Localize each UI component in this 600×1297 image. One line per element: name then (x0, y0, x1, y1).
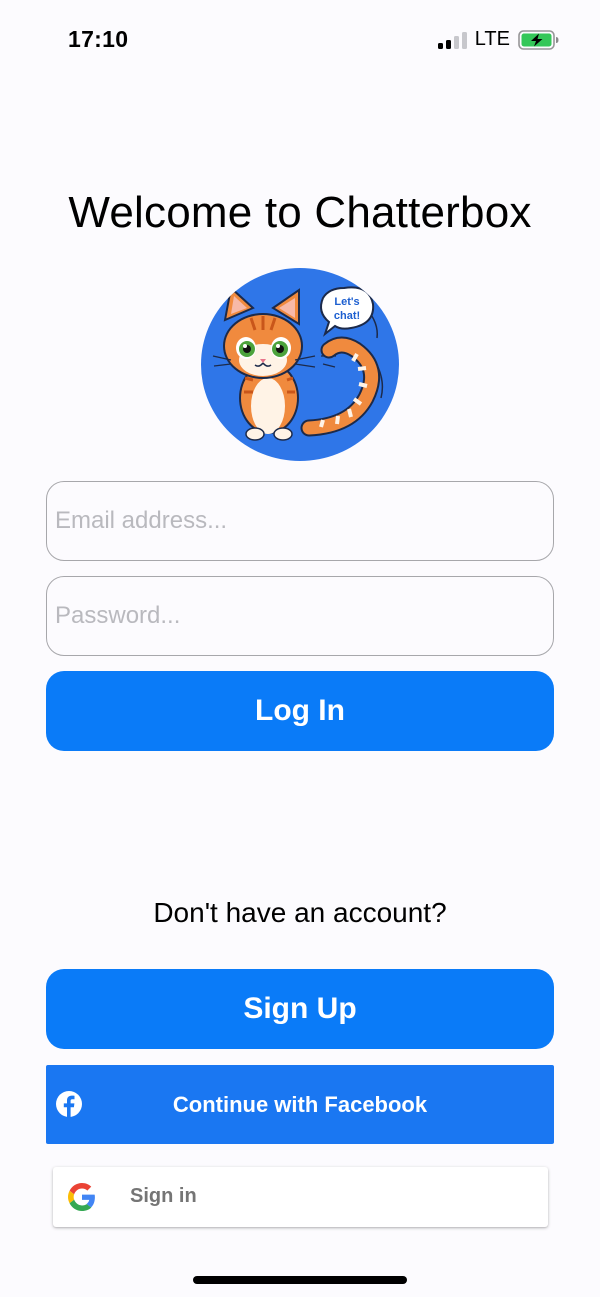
speech-bubble-line-1: Let's (334, 296, 359, 308)
status-time: 17:10 (68, 26, 129, 52)
facebook-button-label: Continue with Facebook (172, 1091, 428, 1117)
home-indicator[interactable] (193, 1276, 407, 1284)
login-screen: 17:10 LTE Welcome to Chatterbox Let's ch… (0, 0, 600, 1297)
log-in-button[interactable]: Log In (46, 671, 554, 751)
google-icon (68, 1183, 95, 1211)
status-indicators: LTE (437, 28, 560, 51)
sign-up-button[interactable]: Sign Up (46, 969, 554, 1049)
battery-charging-icon (518, 29, 559, 50)
continue-with-facebook-button[interactable]: Continue with Facebook (46, 1065, 554, 1144)
google-button-label: Sign in (130, 1185, 197, 1207)
welcome-title: Welcome to Chatterbox (68, 188, 532, 237)
no-account-prompt: Don't have an account? (153, 897, 447, 928)
google-sign-in-button[interactable]: Sign in (53, 1167, 548, 1227)
password-field[interactable] (46, 576, 554, 656)
facebook-icon (56, 1091, 82, 1117)
speech-bubble-line-2: chat! (334, 310, 360, 322)
network-type: LTE (474, 28, 510, 50)
email-field[interactable] (46, 481, 554, 561)
cat-mascot-icon: Let's chat! (201, 268, 399, 461)
cellular-signal-icon (437, 31, 467, 49)
